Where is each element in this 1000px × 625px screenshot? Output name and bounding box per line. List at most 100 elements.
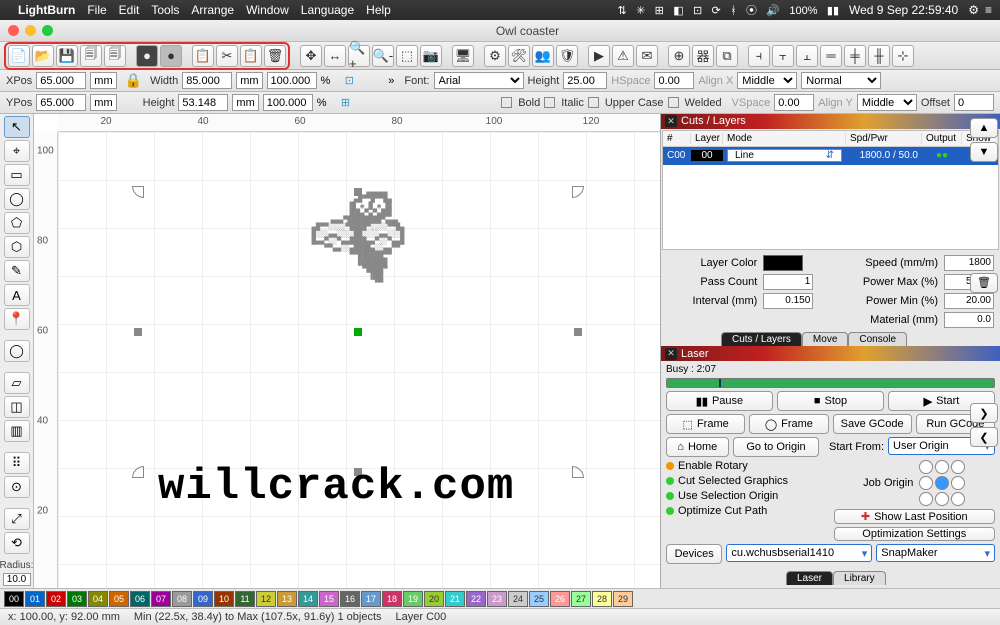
palette-swatch[interactable]: 11 [235, 591, 255, 607]
preview-button[interactable]: 🖥 [452, 45, 474, 67]
palette-swatch[interactable]: 24 [508, 591, 528, 607]
palette-swatch[interactable]: 17 [361, 591, 381, 607]
width-unit[interactable]: mm [236, 72, 262, 89]
save-gcode-button[interactable]: Save GCode [833, 414, 912, 434]
layer-down-button[interactable]: ▼ [970, 142, 998, 162]
pause-button[interactable]: ▮▮Pause [666, 391, 773, 411]
copy-button[interactable]: 📋 [192, 45, 214, 67]
menu-tools[interactable]: Tools [151, 3, 179, 17]
tab-move[interactable]: Move [802, 332, 848, 346]
hspace-input[interactable] [654, 72, 694, 89]
center-handle[interactable] [354, 328, 362, 336]
align5-button[interactable]: ╪ [844, 45, 866, 67]
output-toggle[interactable]: ●● [922, 150, 962, 161]
align3-button[interactable]: ⫠ [796, 45, 818, 67]
bold-check[interactable] [501, 97, 512, 108]
palette-swatch[interactable]: 21 [445, 591, 465, 607]
palette-swatch[interactable]: 14 [298, 591, 318, 607]
shape1-tool[interactable]: ▱ [4, 372, 30, 394]
radius-input[interactable] [3, 573, 31, 586]
palette-swatch[interactable]: 27 [571, 591, 591, 607]
vspace-input[interactable] [774, 94, 814, 111]
shape3-tool[interactable]: ▥ [4, 420, 30, 442]
shape2-tool[interactable]: ◫ [4, 396, 30, 418]
tray-icon[interactable]: ⊞ [655, 5, 664, 17]
palette-swatch[interactable]: 28 [592, 591, 612, 607]
menu-file[interactable]: File [87, 3, 106, 17]
home-button[interactable]: ⌂ Home [666, 437, 729, 457]
menu-window[interactable]: Window [246, 3, 289, 17]
pan-button[interactable]: ✥ [300, 45, 322, 67]
palette-swatch[interactable]: 09 [193, 591, 213, 607]
arrange3-button[interactable]: ⧉ [716, 45, 738, 67]
import-button[interactable]: 🗐 [80, 45, 102, 67]
alignx-select[interactable]: Middle [737, 72, 797, 89]
palette-swatch[interactable]: 19 [403, 591, 423, 607]
palette-swatch[interactable]: 06 [130, 591, 150, 607]
palette-swatch[interactable]: 25 [529, 591, 549, 607]
fontheight-input[interactable] [563, 72, 607, 89]
layer-color-swatch[interactable] [763, 255, 803, 271]
italic-check[interactable] [544, 97, 555, 108]
users-button[interactable]: 👥 [532, 45, 554, 67]
spotlight-icon[interactable]: ⚙ [968, 3, 979, 17]
zoom-fit-button[interactable]: ↔ [324, 45, 346, 67]
palette-swatch[interactable]: 22 [466, 591, 486, 607]
paste-button[interactable]: 📋 [240, 45, 262, 67]
app-menu[interactable]: LightBurn [18, 3, 75, 17]
node-tool[interactable]: ⌖ [4, 140, 30, 162]
send-button[interactable]: ▶ [588, 45, 610, 67]
clock[interactable]: Wed 9 Sep 22:59:40 [849, 3, 958, 17]
window-minimize[interactable] [25, 25, 36, 36]
ellipse-tool[interactable]: ◯ [4, 188, 30, 210]
resize-handle[interactable] [574, 328, 582, 336]
tray-icon[interactable]: ⇅ [618, 5, 627, 17]
cuts-row[interactable]: C00 00 Line ⇵ 1800.0 / 50.0 ●● ●● [663, 147, 998, 165]
palette-swatch[interactable]: 04 [88, 591, 108, 607]
height-unit[interactable]: mm [232, 94, 258, 111]
palette-swatch[interactable]: 08 [172, 591, 192, 607]
job-origin-grid[interactable] [919, 460, 965, 506]
lock-icon[interactable]: 🔒 [125, 72, 142, 89]
use-selection-toggle[interactable]: Use Selection Origin [678, 490, 778, 502]
xpos-input[interactable] [36, 72, 86, 89]
align4-button[interactable]: ═ [820, 45, 842, 67]
rect-tool[interactable]: ▭ [4, 164, 30, 186]
stop-button[interactable]: ■Stop [777, 391, 884, 411]
mode-select[interactable]: Line ⇵ [727, 149, 842, 162]
arrange1-button[interactable]: ⊕ [668, 45, 690, 67]
menu-arrange[interactable]: Arrange [191, 3, 234, 17]
align2-button[interactable]: ⫟ [772, 45, 794, 67]
shield-button[interactable]: 🛡 [556, 45, 578, 67]
close-panel-icon[interactable]: ✕ [665, 115, 677, 127]
zoom-out-button[interactable]: 🔍- [372, 45, 394, 67]
palette-swatch[interactable]: 20 [424, 591, 444, 607]
zoom-in-button[interactable]: 🔍+ [348, 45, 370, 67]
height-pct-input[interactable] [263, 94, 313, 111]
resize-handle[interactable] [354, 188, 362, 196]
layer-next-button[interactable]: ❯ [970, 403, 998, 423]
notification-icon[interactable]: ≡ [985, 3, 992, 17]
mail-button[interactable]: ✉ [636, 45, 658, 67]
anchor2-icon[interactable]: ⊞ [331, 96, 361, 109]
layer-up-button[interactable]: ▲ [970, 118, 998, 138]
ypos-unit[interactable]: mm [90, 94, 116, 111]
measure-tool[interactable]: ⤢ [4, 508, 30, 530]
palette-swatch[interactable]: 02 [46, 591, 66, 607]
palette-swatch[interactable]: 12 [256, 591, 276, 607]
width-pct-input[interactable] [267, 72, 317, 89]
interval-input[interactable] [763, 293, 813, 309]
text-tool[interactable]: A [4, 284, 30, 306]
wifi-icon[interactable]: ⦿ [746, 5, 757, 17]
palette-swatch[interactable]: 07 [151, 591, 171, 607]
fontstyle-select[interactable]: Normal [801, 72, 881, 89]
palette-swatch[interactable]: 23 [487, 591, 507, 607]
font-select[interactable]: Arial [434, 72, 524, 89]
aligny-select[interactable]: Middle [857, 94, 917, 111]
align6-button[interactable]: ╫ [868, 45, 890, 67]
expand-icon[interactable]: » [388, 75, 394, 87]
frame-rubber-button[interactable]: ◯ Frame [749, 414, 828, 434]
menu-edit[interactable]: Edit [119, 3, 140, 17]
menu-help[interactable]: Help [366, 3, 391, 17]
open-button[interactable]: 📂 [32, 45, 54, 67]
